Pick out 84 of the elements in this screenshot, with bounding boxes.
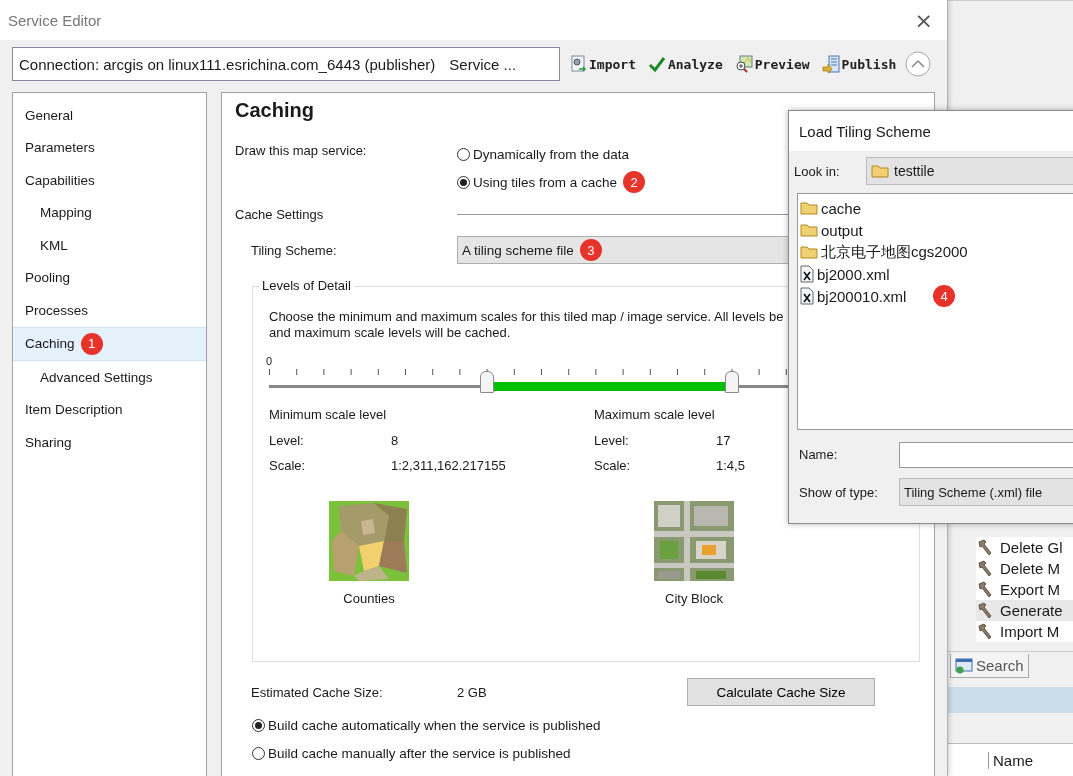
hammer-icon <box>976 601 994 620</box>
xml-file-icon <box>800 287 814 305</box>
toolbar-button[interactable]: Import <box>566 55 639 73</box>
toolbar-button[interactable]: Analyze <box>644 55 726 73</box>
scale-heading: Maximum scale level <box>594 407 716 424</box>
field-label: Estimated Cache Size: <box>250 684 384 700</box>
sidebar-item[interactable]: Processes <box>13 294 206 327</box>
field-label: Name: <box>799 445 839 462</box>
field-label: Scale: <box>594 458 632 473</box>
group-label: Cache Settings <box>234 207 325 222</box>
file-type-dropdown[interactable]: Tiling Scheme (.xml) file <box>899 478 1073 506</box>
search-tab[interactable]: Search <box>950 654 1029 678</box>
document-gear-icon <box>569 55 587 73</box>
hammer-icon <box>976 538 994 557</box>
toolbar-button[interactable]: Publish <box>818 55 900 73</box>
xml-file-icon <box>800 265 814 283</box>
file-item[interactable]: bj200010.xml 4 <box>798 285 1073 307</box>
radio-option[interactable]: Using tiles from a cache 2 <box>457 171 646 193</box>
radio-option[interactable]: Build cache automatically when the service is published <box>252 714 934 736</box>
field-label: Level: <box>594 433 630 448</box>
scale-value: 1:2,311,162.217155 <box>391 458 507 473</box>
field-label: Level: <box>269 433 305 448</box>
sidebar-item[interactable]: Item Description <box>13 393 206 426</box>
hammer-icon <box>976 580 994 599</box>
toolbar-button[interactable]: Preview <box>731 55 813 73</box>
sidebar-item[interactable]: Mapping <box>13 196 206 229</box>
calculate-button[interactable]: Calculate Cache Size <box>687 678 875 706</box>
tool-item[interactable]: Generate <box>976 600 1073 621</box>
tool-item[interactable]: Export M <box>976 579 1073 600</box>
field-label: Tiling Scheme: <box>250 242 338 258</box>
group-legend: Levels of Detail <box>259 278 354 293</box>
radio-option[interactable]: Dynamically from the data <box>457 143 646 165</box>
image-caption: City Block <box>665 591 723 606</box>
field-label: Look in: <box>794 163 841 179</box>
close-button[interactable]: × <box>908 7 939 33</box>
number-badge: 1 <box>80 332 103 355</box>
collapse-icon[interactable] <box>905 51 932 77</box>
field-label: Scale: <box>269 458 307 473</box>
sidebar-item[interactable]: Parameters <box>13 131 206 164</box>
slider-thumb[interactable] <box>479 371 494 393</box>
checkmark-icon <box>647 55 666 73</box>
file-item[interactable]: bj2000.xml <box>798 263 1073 285</box>
name-field[interactable] <box>899 442 1073 468</box>
server-arrow-icon <box>821 55 840 73</box>
window-title: Service Editor <box>8 11 102 29</box>
hammer-icon <box>976 559 994 578</box>
column-header[interactable]: Name <box>988 752 1033 769</box>
tick-label: 0 <box>266 355 273 367</box>
number-badge: 3 <box>579 239 602 261</box>
scale-value: 1:4,5 <box>716 458 746 473</box>
sidebar-item[interactable]: Sharing <box>13 426 206 459</box>
sidebar-item[interactable]: Pooling <box>13 261 206 294</box>
hammer-icon <box>976 622 994 641</box>
service-text: Service ... <box>449 55 517 73</box>
image-caption: Counties <box>343 591 395 606</box>
tool-item[interactable]: Delete Gl <box>976 537 1073 558</box>
level-value: 8 <box>391 433 400 448</box>
search-window-icon <box>955 657 973 674</box>
folder-icon <box>871 164 889 178</box>
description-text: Choose the minimum and maximum scales for this tiled map / image service. All levels be and maximum scale levels will be cached. <box>269 309 785 341</box>
file-item[interactable]: cache <box>798 197 1073 219</box>
field-label: Draw this map service: <box>234 143 368 158</box>
dialog-title: Load Tiling Scheme <box>789 111 1073 151</box>
slider-thumb[interactable] <box>724 371 739 393</box>
folder-icon <box>800 201 818 215</box>
sidebar-item[interactable]: Advanced Settings <box>13 361 206 394</box>
tool-item[interactable]: Import M <box>976 621 1073 642</box>
folder-icon <box>800 245 818 259</box>
size-value: 2 GB <box>457 684 488 700</box>
radio-option[interactable]: Build cache manually after the service is published <box>252 742 934 764</box>
tool-item[interactable]: Delete M <box>976 558 1073 579</box>
sidebar-item[interactable]: Capabilities <box>13 164 206 197</box>
sidebar-item[interactable]: KML <box>13 229 206 262</box>
number-badge: 4 <box>933 285 956 307</box>
section-heading: Caching <box>234 98 315 123</box>
level-value: 17 <box>716 433 732 448</box>
sidebar-item[interactable]: Caching 1 <box>13 326 206 361</box>
look-in-dropdown[interactable]: testtile <box>866 157 1073 185</box>
map-magnifier-icon <box>734 55 753 73</box>
scale-heading: Minimum scale level <box>269 407 388 424</box>
field-label: Show of type: <box>799 483 879 500</box>
connection-text: Connection: arcgis on linux111.esrichina.com_6443 (publisher) <box>19 55 436 73</box>
number-badge: 2 <box>623 171 646 193</box>
sidebar-item[interactable]: General <box>13 99 206 132</box>
